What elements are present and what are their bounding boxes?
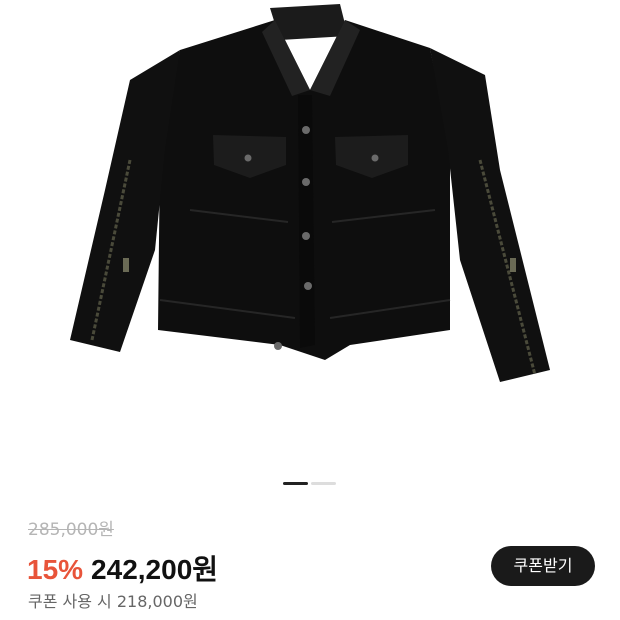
sale-price: 242,200원 [91, 554, 219, 585]
pager-indicator-inactive[interactable] [311, 482, 336, 485]
get-coupon-button[interactable]: 쿠폰받기 [491, 546, 595, 586]
original-price: 285,000원 [28, 520, 114, 540]
coupon-price-text: 쿠폰 사용 시 218,000원 [28, 592, 198, 611]
discount-rate: 15% [27, 554, 84, 585]
image-pager[interactable] [283, 482, 337, 486]
price-row: 15% 242,200원 [27, 548, 218, 585]
product-image[interactable] [30, 0, 590, 460]
pager-indicator-active[interactable] [283, 482, 308, 485]
jacket-illustration [70, 4, 550, 382]
